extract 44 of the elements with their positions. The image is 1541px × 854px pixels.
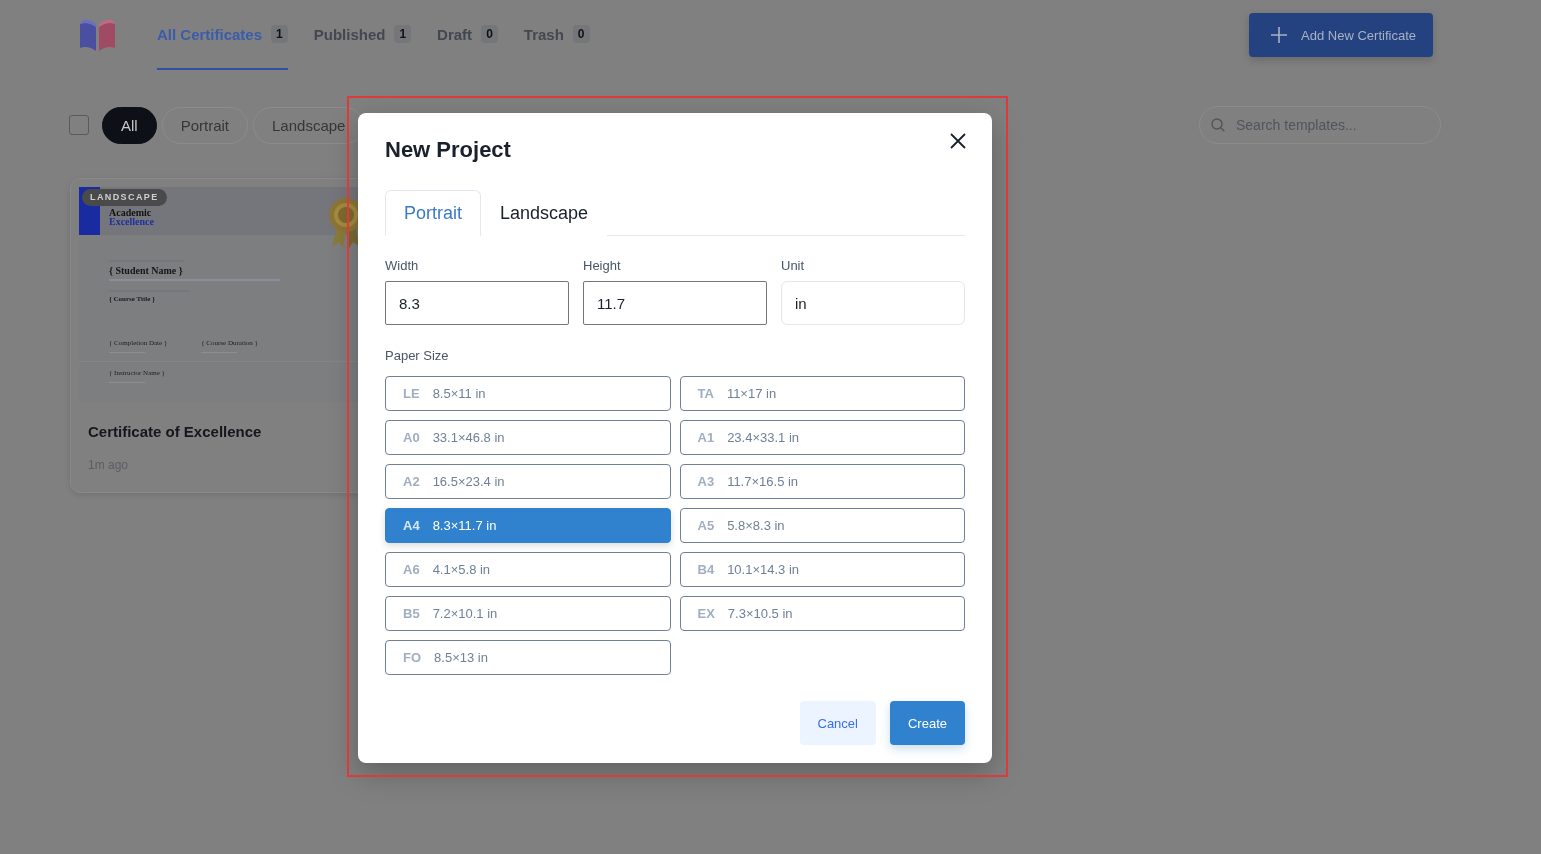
paper-size-option[interactable]: A3 11.7×16.5 in bbox=[679, 464, 965, 499]
nav-tab[interactable]: Published 1 bbox=[313, 0, 412, 70]
count-badge: 0 bbox=[481, 25, 498, 43]
preview-heading: Academic bbox=[109, 208, 153, 217]
nav-tab[interactable]: Draft 0 bbox=[437, 0, 498, 70]
orientation-tab[interactable]: Portrait bbox=[385, 190, 482, 236]
orientation-badge: LANDSCAPE bbox=[82, 189, 167, 206]
field-label: Height bbox=[583, 258, 621, 274]
filter-chip[interactable]: All bbox=[102, 106, 157, 144]
select-all-checkbox[interactable] bbox=[69, 115, 89, 135]
paper-size-option[interactable]: LE 8.5×11 in bbox=[385, 376, 671, 411]
count-badge: 1 bbox=[394, 25, 412, 43]
paper-size-option[interactable]: A0 33.1×46.8 in bbox=[385, 420, 671, 455]
create-button[interactable]: Create bbox=[889, 701, 965, 745]
field-label: Unit bbox=[781, 258, 805, 274]
unit-field[interactable]: in bbox=[781, 281, 965, 325]
paper-size-option[interactable]: B4 10.1×14.3 in bbox=[679, 552, 965, 587]
paper-size-option[interactable]: B5 7.2×10.1 in bbox=[385, 596, 671, 631]
paper-size-option[interactable]: A5 5.8×8.3 in bbox=[679, 508, 965, 543]
search-icon bbox=[1211, 118, 1225, 132]
preview-heading: Excellence bbox=[109, 217, 154, 226]
input-field[interactable]: 8.3 bbox=[385, 281, 569, 325]
section-label: Paper Size bbox=[385, 348, 449, 364]
cancel-button[interactable]: Cancel bbox=[799, 701, 876, 745]
nav-tab[interactable]: Trash 0 bbox=[523, 0, 590, 70]
preview-recipient: { Student Name } bbox=[109, 265, 183, 277]
dialog-title: New Project bbox=[385, 136, 511, 164]
add-certificate-button[interactable]: Add New Certificate bbox=[1249, 13, 1433, 57]
paper-size-option[interactable]: A2 16.5×23.4 in bbox=[385, 464, 671, 499]
plus-icon bbox=[1271, 27, 1288, 43]
count-badge: 1 bbox=[271, 25, 288, 43]
field-label: Width bbox=[385, 258, 419, 274]
input-field[interactable]: 11.7 bbox=[583, 281, 767, 325]
card-title: Certificate of Excellence bbox=[88, 423, 263, 441]
paper-size-option[interactable]: A6 4.1×5.8 in bbox=[385, 552, 671, 587]
book-logo-icon bbox=[79, 18, 116, 52]
paper-size-option[interactable]: EX 7.3×10.5 in bbox=[679, 596, 965, 631]
paper-size-option[interactable]: A4 8.3×11.7 in bbox=[385, 508, 671, 543]
paper-size-option[interactable]: FO 8.5×13 in bbox=[385, 640, 671, 675]
paper-size-option[interactable]: TA 11×17 in bbox=[679, 376, 965, 411]
nav-tab[interactable]: All Certificates 1 bbox=[157, 0, 288, 70]
count-badge: 0 bbox=[572, 25, 590, 43]
paper-size-option[interactable]: A1 23.4×33.1 in bbox=[679, 420, 965, 455]
close-icon bbox=[950, 133, 966, 149]
